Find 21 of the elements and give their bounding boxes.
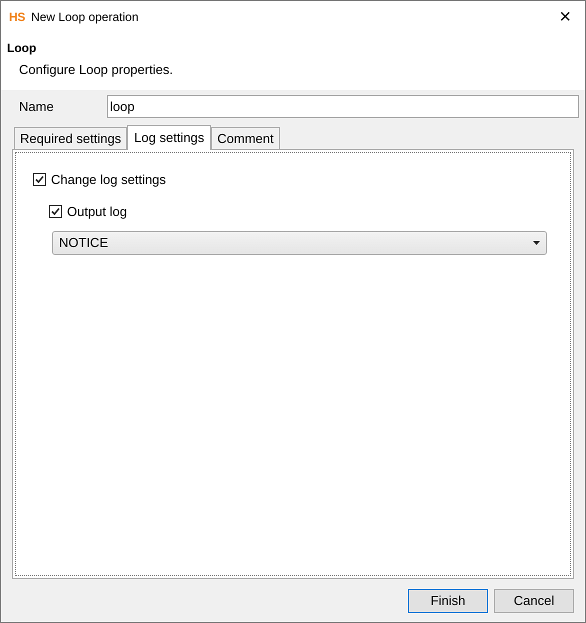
tab[interactable]: Required settings [14,127,128,149]
close-button[interactable]: × [555,7,575,27]
checkbox-label: Change log settings [51,171,166,189]
name-field[interactable]: loop [107,95,579,118]
tab[interactable]: Comment [211,127,280,149]
dialog-button[interactable]: Finish [408,589,488,613]
header-description: Configure Loop properties. [19,61,174,79]
dialog-button[interactable]: Cancel [494,589,574,613]
check-icon [35,175,44,184]
name-label: Name [19,98,55,116]
app-logo: HS [9,9,26,26]
tab[interactable]: Log settings [127,125,212,150]
window-title: New Loop operation [31,9,138,26]
header-title: Loop [7,40,38,57]
dropdown-value: NOTICE [59,234,110,252]
check-icon [51,206,60,216]
log-level-dropdown[interactable]: NOTICE [52,231,547,255]
checkbox[interactable] [33,173,46,186]
checkbox[interactable] [49,204,62,218]
checkbox-label: Output log [67,202,127,221]
caret-icon [533,241,540,245]
